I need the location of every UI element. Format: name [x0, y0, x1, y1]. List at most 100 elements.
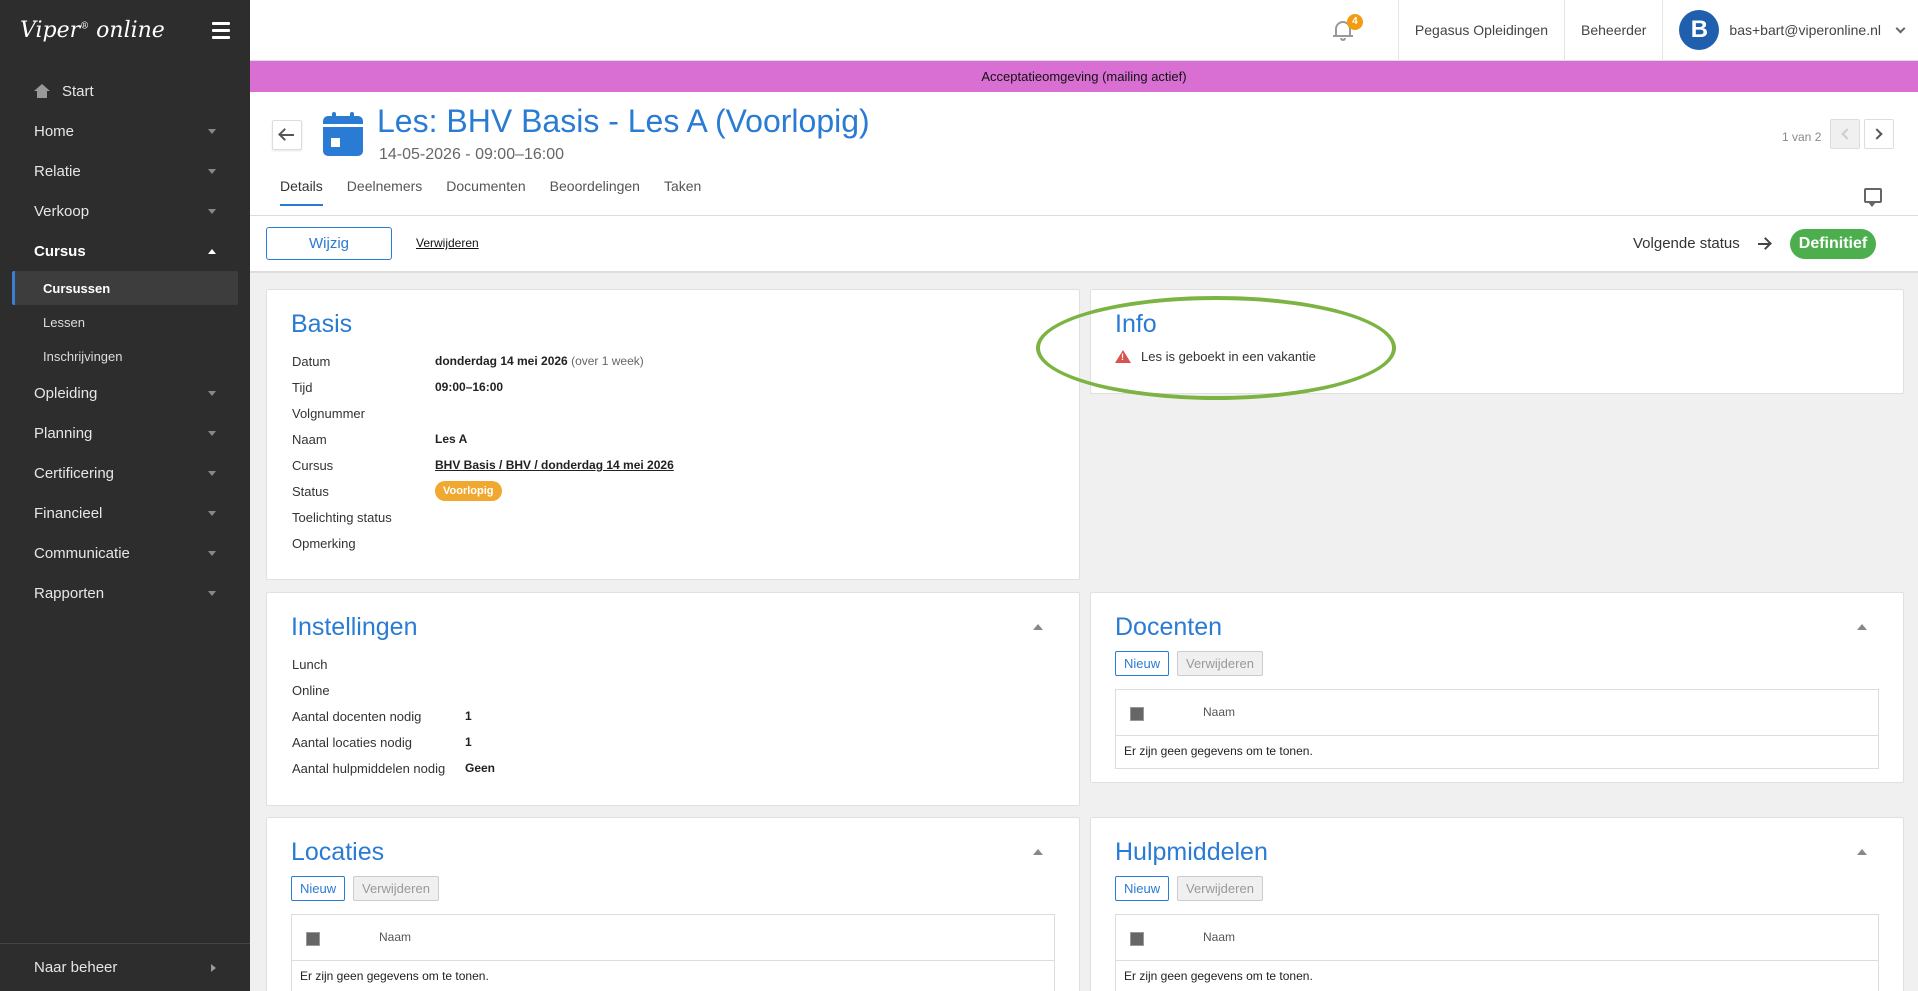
- logo[interactable]: Viper® online: [20, 18, 165, 43]
- new-hulpmiddel-button[interactable]: Nieuw: [1115, 876, 1170, 901]
- new-docent-button[interactable]: Nieuw: [1115, 651, 1170, 676]
- collapse-icon[interactable]: [1033, 849, 1043, 855]
- sidebar-item-label: Naar beheer: [34, 959, 118, 976]
- sidebar-subitem-inschrijvingen[interactable]: Inschrijvingen: [12, 339, 238, 373]
- action-bar: Wijzig Verwijderen Volgende status Defin…: [250, 216, 1918, 273]
- column-header-naam[interactable]: Naam: [1203, 930, 1235, 944]
- sidebar-subitem-lessen[interactable]: Lessen: [12, 305, 238, 339]
- tab-deelnemers[interactable]: Deelnemers: [347, 176, 422, 206]
- sidebar-item-planning[interactable]: Planning: [0, 413, 250, 453]
- previous-button[interactable]: [1830, 119, 1860, 149]
- notification-badge: 4: [1346, 13, 1363, 30]
- back-button[interactable]: [272, 120, 302, 150]
- sidebar-item-label: Certificering: [34, 464, 115, 482]
- panel-title: Info: [1115, 310, 1157, 338]
- grid-header: Naam: [292, 915, 1054, 961]
- delete-docent-button[interactable]: Verwijderen: [1177, 651, 1263, 676]
- environment-banner: Acceptatieomgeving (mailing actief): [250, 61, 1918, 92]
- delete-hulpmiddel-button[interactable]: Verwijderen: [1177, 876, 1263, 901]
- hamburger-menu-icon[interactable]: [212, 21, 230, 39]
- field-label: Tijd: [292, 380, 313, 395]
- grid-empty-message: Er zijn geen gegevens om te tonen.: [1124, 744, 1313, 758]
- sidebar-item-label: Opleiding: [34, 384, 98, 402]
- panel-title: Locaties: [291, 838, 385, 866]
- edit-button[interactable]: Wijzig: [266, 227, 392, 260]
- sidebar-item-communicatie[interactable]: Communicatie: [0, 533, 250, 573]
- sidebar-item-opleiding[interactable]: Opleiding: [0, 373, 250, 413]
- comment-icon[interactable]: [1864, 188, 1882, 207]
- panel-title: Instellingen: [291, 613, 418, 641]
- field-label: Datum: [292, 354, 331, 369]
- field-value: 09:00–16:00: [435, 380, 504, 394]
- collapse-icon[interactable]: [1033, 624, 1043, 630]
- tab-details[interactable]: Details: [280, 176, 323, 206]
- delete-locatie-button[interactable]: Verwijderen: [353, 876, 439, 901]
- status-badge: Voorlopig: [435, 481, 502, 501]
- logo-row: Viper® online: [0, 0, 250, 60]
- field-label: Opmerking: [292, 536, 356, 551]
- notifications-button[interactable]: 4: [1289, 0, 1399, 61]
- status-definitief-button[interactable]: Definitief: [1790, 229, 1876, 259]
- chevron-left-icon: [1841, 128, 1853, 140]
- tab-documenten[interactable]: Documenten: [446, 176, 525, 206]
- page-header: Les: BHV Basis - Les A (Voorlopig) 14-05…: [250, 92, 1918, 216]
- next-button[interactable]: [1864, 119, 1894, 149]
- grid-empty-message: Er zijn geen gegevens om te tonen.: [1124, 969, 1313, 983]
- field-value: 1: [465, 735, 472, 749]
- sidebar-item-certificering[interactable]: Certificering: [0, 453, 250, 493]
- sidebar-item-naar-beheer[interactable]: Naar beheer: [0, 943, 250, 991]
- sidebar-item-start[interactable]: Start: [0, 71, 250, 111]
- caret-down-icon: [208, 390, 216, 396]
- tab-taken[interactable]: Taken: [664, 176, 701, 206]
- course-link[interactable]: BHV Basis / BHV / donderdag 14 mei 2026: [435, 458, 674, 472]
- panel-title: Docenten: [1115, 613, 1223, 641]
- role-switch[interactable]: Beheerder: [1565, 0, 1664, 61]
- grid-header: Naam: [1116, 915, 1878, 961]
- field-label: Status: [292, 484, 329, 499]
- next-status-label: Volgende status: [1633, 235, 1740, 252]
- sidebar-item-cursus[interactable]: Cursus: [0, 231, 250, 271]
- topbar: 4 Pegasus Opleidingen Beheerder B bas+ba…: [250, 0, 1918, 61]
- column-header-naam[interactable]: Naam: [379, 930, 411, 944]
- organisation-switch[interactable]: Pegasus Opleidingen: [1399, 0, 1566, 61]
- sidebar-item-verkoop[interactable]: Verkoop: [0, 191, 250, 231]
- select-all-checkbox[interactable]: [306, 932, 320, 946]
- user-menu[interactable]: B bas+bart@viperonline.nl: [1663, 0, 1918, 61]
- delete-link[interactable]: Verwijderen: [416, 236, 479, 250]
- pager-text: 1 van 2: [1782, 130, 1822, 144]
- calendar-icon: [323, 112, 363, 156]
- field-label: Cursus: [292, 458, 334, 473]
- warning-icon: [1115, 350, 1131, 363]
- select-all-checkbox[interactable]: [1130, 932, 1144, 946]
- collapse-icon[interactable]: [1857, 849, 1867, 855]
- caret-right-icon: [211, 963, 216, 972]
- new-locatie-button[interactable]: Nieuw: [291, 876, 346, 901]
- sidebar-item-label: Relatie: [34, 162, 81, 180]
- page-title: Les: BHV Basis - Les A (Voorlopig): [377, 103, 870, 139]
- tab-beoordelingen[interactable]: Beoordelingen: [550, 176, 640, 206]
- logo-mark: ®: [80, 21, 90, 32]
- field-label: Online: [292, 683, 330, 698]
- docenten-panel: Docenten Nieuw Verwijderen Naam Er zijn …: [1090, 592, 1904, 783]
- sidebar-item-financieel[interactable]: Financieel: [0, 493, 250, 533]
- caret-down-icon: [208, 430, 216, 436]
- sidebar-subitem-cursussen[interactable]: Cursussen: [12, 271, 238, 305]
- field-value: Les A: [435, 432, 468, 446]
- column-header-naam[interactable]: Naam: [1203, 705, 1235, 719]
- page-subtitle: 14-05-2026 - 09:00–16:00: [379, 146, 565, 163]
- sidebar-item-label: Communicatie: [34, 544, 130, 562]
- info-panel: Info Les is geboekt in een vakantie: [1090, 289, 1904, 394]
- collapse-icon[interactable]: [1857, 624, 1867, 630]
- user-email: bas+bart@viperonline.nl: [1729, 22, 1881, 38]
- sidebar-item-rapporten[interactable]: Rapporten: [0, 573, 250, 613]
- sidebar-item-home[interactable]: Home: [0, 111, 250, 151]
- date-value: donderdag 14 mei 2026: [435, 354, 568, 368]
- select-all-checkbox[interactable]: [1130, 707, 1144, 721]
- cursus-subnav: Cursussen Lessen Inschrijvingen: [0, 271, 250, 373]
- grid-empty-message: Er zijn geen gegevens om te tonen.: [300, 969, 489, 983]
- basis-panel: Basis Datum donderdag 14 mei 2026 (over …: [266, 289, 1080, 580]
- caret-down-icon: [208, 550, 216, 556]
- caret-down-icon: [208, 590, 216, 596]
- field-label: Lunch: [292, 657, 328, 672]
- sidebar-item-relatie[interactable]: Relatie: [0, 151, 250, 191]
